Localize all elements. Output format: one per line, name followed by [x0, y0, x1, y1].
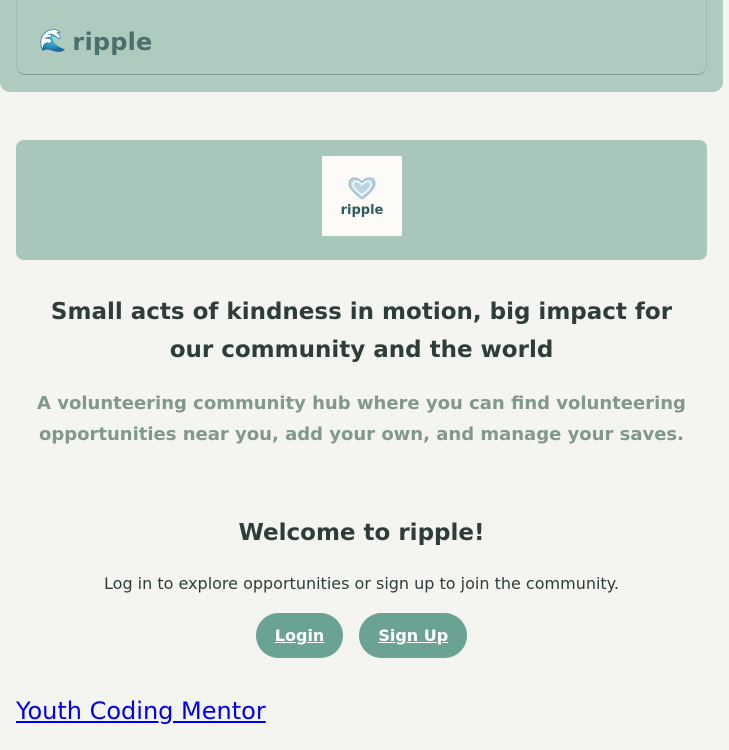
- navbar-inner: 🌊 ripple: [16, 0, 707, 75]
- brand-home-link[interactable]: 🌊 ripple: [39, 28, 153, 56]
- opportunity-link[interactable]: Youth Coding Mentor: [16, 697, 266, 725]
- welcome-subtitle: Log in to explore opportunities or sign …: [104, 574, 619, 593]
- signup-button[interactable]: Sign Up: [359, 613, 468, 658]
- wave-icon: 🌊: [39, 29, 67, 54]
- ripple-logo: ripple: [322, 156, 402, 236]
- page-description: A volunteering community hub where you c…: [37, 393, 686, 445]
- heart-icon: [348, 176, 376, 200]
- login-button[interactable]: Login: [255, 613, 344, 658]
- brand-name: ripple: [72, 28, 153, 56]
- welcome-title: Welcome to ripple!: [238, 520, 485, 546]
- top-navbar: 🌊 ripple: [0, 0, 723, 92]
- logo-wordmark: ripple: [340, 202, 384, 218]
- hero-banner: ripple: [16, 140, 707, 260]
- auth-actions: Login Sign Up: [0, 613, 723, 658]
- page-tagline: Small acts of kindness in motion, big im…: [50, 299, 673, 363]
